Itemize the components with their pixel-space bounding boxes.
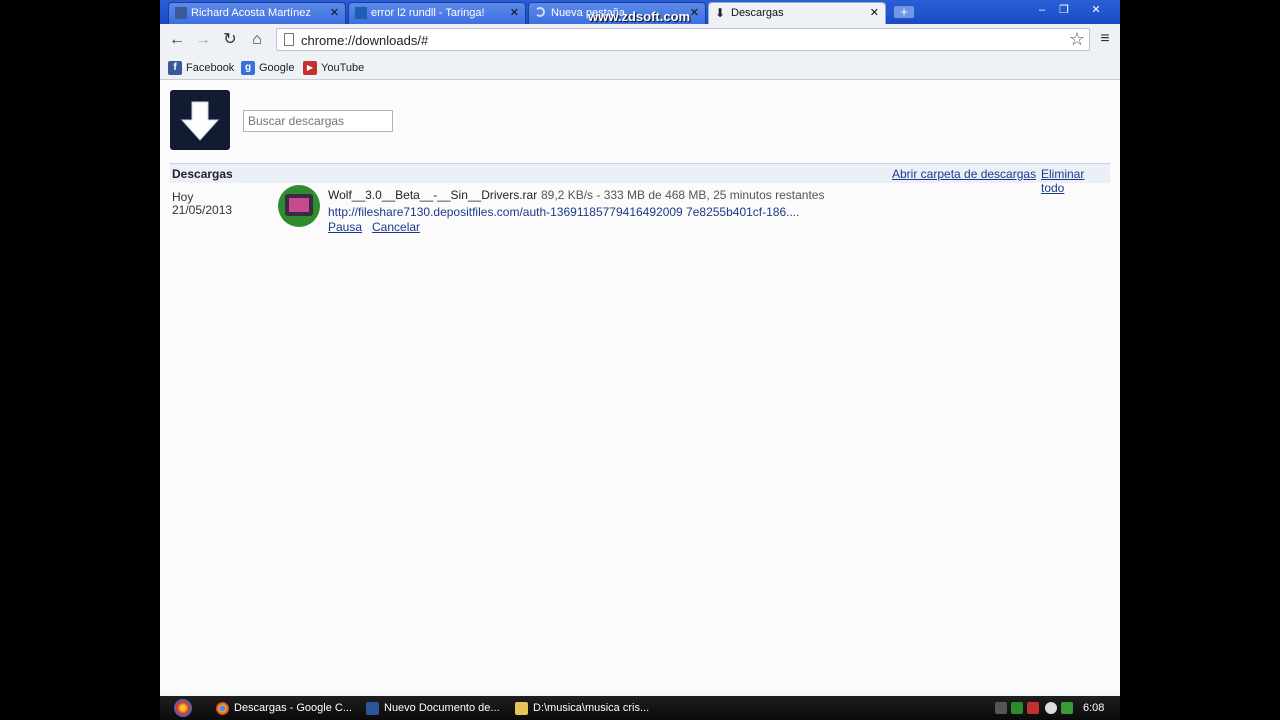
tab-taringa[interactable]: error l2 rundll - Taringa! ✕ <box>348 2 526 24</box>
bookmark-label: Google <box>259 62 295 74</box>
bookmarks-bar: f Facebook g Google ▶ YouTube <box>160 56 1120 80</box>
section-title: Descargas <box>172 167 233 181</box>
folder-icon <box>515 702 528 715</box>
download-icon: ⬇ <box>715 6 726 20</box>
star-icon[interactable]: ☆ <box>1069 29 1085 50</box>
taringa-icon <box>355 7 367 19</box>
window-close-icon[interactable]: ✕ <box>1086 2 1106 18</box>
back-icon[interactable]: ← <box>166 30 188 50</box>
download-arrow-icon <box>180 101 220 141</box>
taskbar-label: D:\musica\musica cris... <box>533 702 650 714</box>
reload-icon[interactable]: ↻ <box>219 30 241 50</box>
tab-label: error l2 rundll - Taringa! <box>371 7 485 19</box>
date-label: Hoy <box>172 190 194 204</box>
new-tab-button[interactable]: + <box>893 5 915 19</box>
minimize-icon[interactable]: – <box>1032 2 1052 18</box>
clock: 6:08 <box>1083 702 1105 714</box>
address-bar[interactable]: chrome://downloads/# ☆ <box>276 28 1090 51</box>
close-icon[interactable]: ✕ <box>870 3 879 23</box>
cancel-link[interactable]: Cancelar <box>372 220 420 234</box>
tab-label: Richard Acosta Martínez <box>191 7 311 19</box>
open-folder-link[interactable]: Abrir carpeta de descargas <box>892 167 1036 181</box>
taskbar-item-folder[interactable]: D:\musica\musica cris... <box>515 698 649 718</box>
download-status: 89,2 KB/s - 333 MB de 468 MB, 25 minutos… <box>541 188 825 202</box>
app-icon[interactable] <box>1045 702 1057 714</box>
bookmark-youtube[interactable]: ▶ YouTube <box>303 59 364 77</box>
chrome-window: Richard Acosta Martínez ✕ error l2 rundl… <box>160 0 1120 720</box>
antivirus-icon[interactable] <box>1027 702 1039 714</box>
file-thumbnail-detail <box>289 198 309 212</box>
google-icon: g <box>241 61 255 75</box>
file-progress-icon <box>278 185 320 227</box>
taskbar-label: Descargas - Google C... <box>234 702 352 714</box>
chrome-icon <box>216 702 229 715</box>
restore-icon[interactable]: ❐ <box>1054 2 1074 18</box>
downloads-page: Descargas Abrir carpeta de descargas Eli… <box>160 80 1120 690</box>
close-icon[interactable]: ✕ <box>690 3 699 23</box>
bookmark-label: YouTube <box>321 62 365 74</box>
taskbar: Descargas - Google C... Nuevo Documento … <box>160 696 1120 720</box>
word-icon <box>366 702 379 715</box>
url-text: chrome://downloads/# <box>301 33 429 48</box>
bookmark-google[interactable]: g Google <box>241 59 294 77</box>
pause-link[interactable]: Pausa <box>328 220 362 234</box>
close-icon[interactable]: ✕ <box>330 3 339 23</box>
download-url[interactable]: http://fileshare7130.depositfiles.com/au… <box>328 205 799 219</box>
download-item: Hoy 21/05/2013 Wolf__3.0__Beta__-__Sin__… <box>170 185 1110 235</box>
shield-icon[interactable] <box>1011 702 1023 714</box>
date-value: 21/05/2013 <box>172 203 233 217</box>
downloads-logo <box>170 90 230 150</box>
menu-icon[interactable]: ≡ <box>1096 30 1114 48</box>
page-icon <box>284 33 294 46</box>
taskbar-item-word[interactable]: Nuevo Documento de... <box>366 698 500 718</box>
loading-icon <box>535 7 545 17</box>
taskbar-item-chrome[interactable]: Descargas - Google C... <box>216 698 352 718</box>
search-downloads-input[interactable] <box>243 110 393 132</box>
facebook-icon: f <box>168 61 182 75</box>
tab-strip: Richard Acosta Martínez ✕ error l2 rundl… <box>160 0 1120 24</box>
youtube-icon: ▶ <box>303 61 317 75</box>
forward-icon[interactable]: → <box>192 30 214 50</box>
taskbar-label: Nuevo Documento de... <box>384 702 500 714</box>
toolbar: ← → ↻ ⌂ chrome://downloads/# ☆ ≡ <box>160 24 1120 56</box>
bookmark-facebook[interactable]: f Facebook <box>168 59 234 77</box>
tab-label: Descargas <box>731 7 784 19</box>
tab-facebook[interactable]: Richard Acosta Martínez ✕ <box>168 2 346 24</box>
tab-descargas[interactable]: ⬇ Descargas ✕ <box>708 2 886 24</box>
start-button[interactable] <box>174 699 192 717</box>
facebook-icon <box>175 7 187 19</box>
home-icon[interactable]: ⌂ <box>246 30 268 50</box>
close-icon[interactable]: ✕ <box>510 3 519 23</box>
watermark: www.zdsoft.com <box>588 9 691 24</box>
volume-icon[interactable] <box>1061 702 1073 714</box>
file-name: Wolf__3.0__Beta__-__Sin__Drivers.rar <box>328 188 538 202</box>
bookmark-label: Facebook <box>186 62 235 74</box>
network-icon[interactable] <box>995 702 1007 714</box>
downloads-header: Descargas Abrir carpeta de descargas Eli… <box>170 163 1110 195</box>
